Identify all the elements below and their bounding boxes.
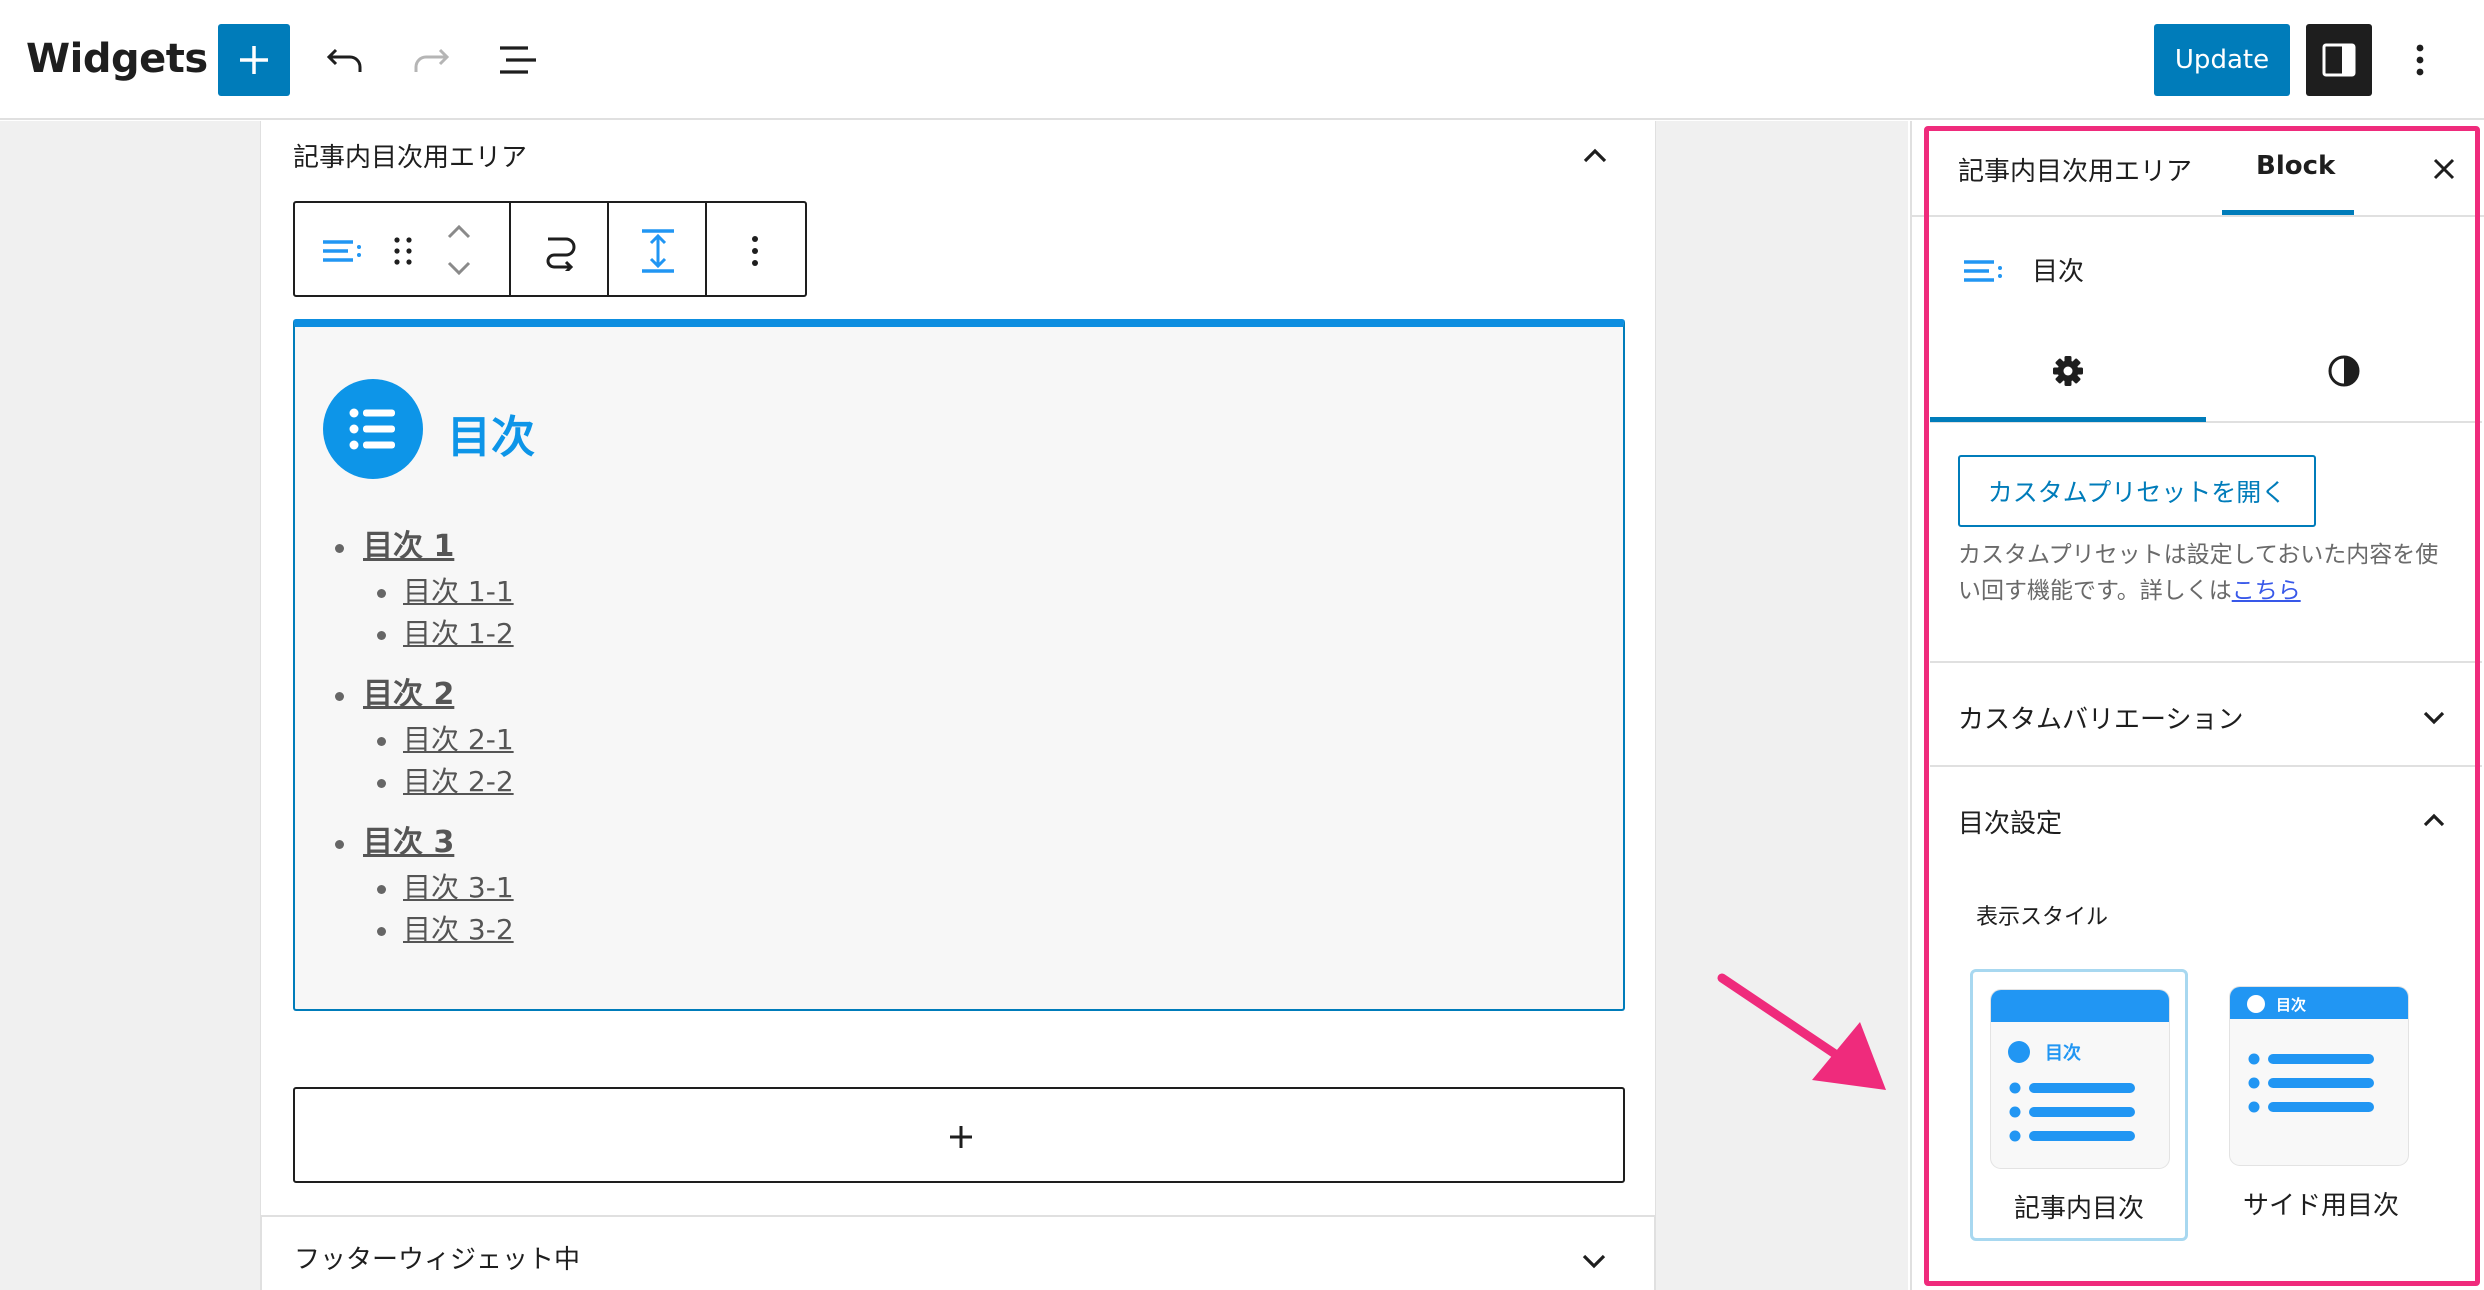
preset-help-link[interactable]: こちら [2232, 578, 2301, 604]
toc-item-1-1[interactable]: 目次 1-1 [331, 571, 514, 613]
toc-settings-panel-toggle[interactable]: 目次設定 [1958, 803, 2062, 840]
toc-block[interactable]: 目次 目次 1 目次 1-1 目次 1-2 目次 2 目次 2-1 目次 2-2… [293, 319, 1625, 1011]
thumb-label: 目次 [2276, 996, 2306, 1014]
block-toolbar [293, 201, 807, 297]
update-button[interactable]: Update [2154, 24, 2290, 96]
preset-help-body: カスタムプリセットは設定しておいた内容を使い回す機能です。詳しくは [1958, 542, 2439, 604]
style-thumb-side: 目次 [2230, 987, 2408, 1165]
align-button[interactable] [609, 203, 707, 295]
widget-area-title[interactable]: 記事内目次用エリア [293, 137, 527, 174]
close-icon[interactable] [2426, 151, 2462, 187]
toc-block-icon[interactable] [321, 231, 361, 271]
more-options-icon[interactable] [2400, 36, 2440, 84]
block-options-button[interactable] [707, 203, 805, 295]
sidebar-icon [2322, 43, 2356, 77]
settings-toggle-button[interactable] [2306, 24, 2372, 96]
preset-help-text: カスタムプリセットは設定しておいた内容を使い回す機能です。詳しくはこちら [1958, 537, 2458, 609]
toc-item-2[interactable]: 目次 2 [331, 671, 514, 719]
footer-widget-area-title: フッターウィジェット中 [294, 1245, 581, 1275]
page-title: Widgets [26, 36, 208, 82]
chevron-down-icon[interactable] [2418, 701, 2450, 733]
toc-heading-icon-circle [323, 379, 423, 479]
list-icon [349, 408, 395, 450]
transform-icon [546, 237, 576, 271]
sidebar-tabs: 記事内目次用エリア Block [1912, 121, 2484, 217]
move-down-icon[interactable] [443, 255, 475, 283]
toc-item-1-2[interactable]: 目次 1-2 [331, 613, 514, 655]
style-thumb-in-article: 目次 [1991, 990, 2169, 1168]
block-appender-button[interactable] [293, 1087, 1625, 1183]
undo-button[interactable] [196, 36, 244, 84]
tab-block[interactable]: Block [2256, 151, 2335, 181]
tab-widget-area[interactable]: 記事内目次用エリア [1958, 151, 2192, 188]
toc-item-3-2[interactable]: 目次 3-2 [331, 909, 514, 951]
toc-item-1[interactable]: 目次 1 [331, 523, 514, 571]
block-name: 目次 [2032, 257, 2085, 287]
style-caption-in-article: 記事内目次 [2013, 1194, 2144, 1224]
editor-canvas: 記事内目次用エリア 目次 目次 1 目次 1-1 目次 1-2 目次 2 目次 … [0, 121, 1908, 1290]
active-tab-indicator [2222, 210, 2354, 215]
list-view-icon[interactable] [494, 36, 542, 84]
toc-item-2-1[interactable]: 目次 2-1 [331, 719, 514, 761]
annotation-arrow-icon [1717, 973, 1886, 1090]
contrast-icon [2328, 355, 2360, 387]
settings-sidebar: 記事内目次用エリア Block 目次 カスタムプリセットを開く カスタムプリセッ… [1910, 121, 2484, 1290]
toc-item-3-1[interactable]: 目次 3-1 [331, 867, 514, 909]
style-option-side[interactable]: 目次 サイド用目次 [2212, 969, 2430, 1241]
widget-area: 記事内目次用エリア 目次 目次 1 目次 1-1 目次 1-2 目次 2 目次 … [260, 121, 1656, 1290]
toc-list: 目次 1 目次 1-1 目次 1-2 目次 2 目次 2-1 目次 2-2 目次… [331, 523, 514, 951]
style-option-in-article[interactable]: 目次 記事内目次 [1970, 969, 2188, 1241]
display-style-label: 表示スタイル [1976, 905, 2109, 930]
tab-styles[interactable] [2206, 317, 2482, 421]
active-settings-tab-indicator [1930, 417, 2206, 422]
gear-icon [2053, 356, 2083, 386]
block-card: 目次 [1912, 217, 2484, 317]
undo-icon[interactable] [322, 36, 370, 84]
more-vertical-icon [752, 236, 758, 266]
transform-button[interactable] [511, 203, 609, 295]
plus-icon [950, 1126, 972, 1148]
block-settings-tabs [1930, 317, 2482, 423]
chevron-up-icon[interactable] [2418, 805, 2450, 837]
vertical-spacing-icon [642, 229, 674, 273]
block-toolbar-switcher-group [295, 203, 511, 295]
style-caption-side: サイド用目次 [2242, 1191, 2399, 1221]
toc-style-preview-icon: 目次 [1991, 990, 2169, 1142]
move-up-icon[interactable] [443, 217, 475, 245]
drag-handle-icon[interactable] [389, 231, 417, 271]
chevron-up-icon[interactable] [1577, 139, 1613, 175]
custom-variation-panel-toggle[interactable]: カスタムバリエーション [1958, 699, 2243, 736]
tab-settings[interactable] [1930, 317, 2206, 421]
editor-header: Widgets Update [0, 0, 2484, 120]
toc-item-2-2[interactable]: 目次 2-2 [331, 761, 514, 803]
redo-icon[interactable] [406, 36, 454, 84]
toc-title: 目次 [447, 412, 535, 463]
chevron-down-icon [1582, 1254, 1606, 1269]
divider [1930, 765, 2482, 767]
toc-block-icon [1964, 260, 2002, 282]
toc-style-preview-icon: 目次 [2230, 987, 2408, 1113]
footer-widget-area[interactable]: フッターウィジェット中 [260, 1215, 1656, 1290]
toc-item-3[interactable]: 目次 3 [331, 819, 514, 867]
divider [1930, 661, 2482, 663]
open-custom-preset-button[interactable]: カスタムプリセットを開く [1958, 455, 2316, 527]
thumb-label: 目次 [2045, 1042, 2081, 1064]
